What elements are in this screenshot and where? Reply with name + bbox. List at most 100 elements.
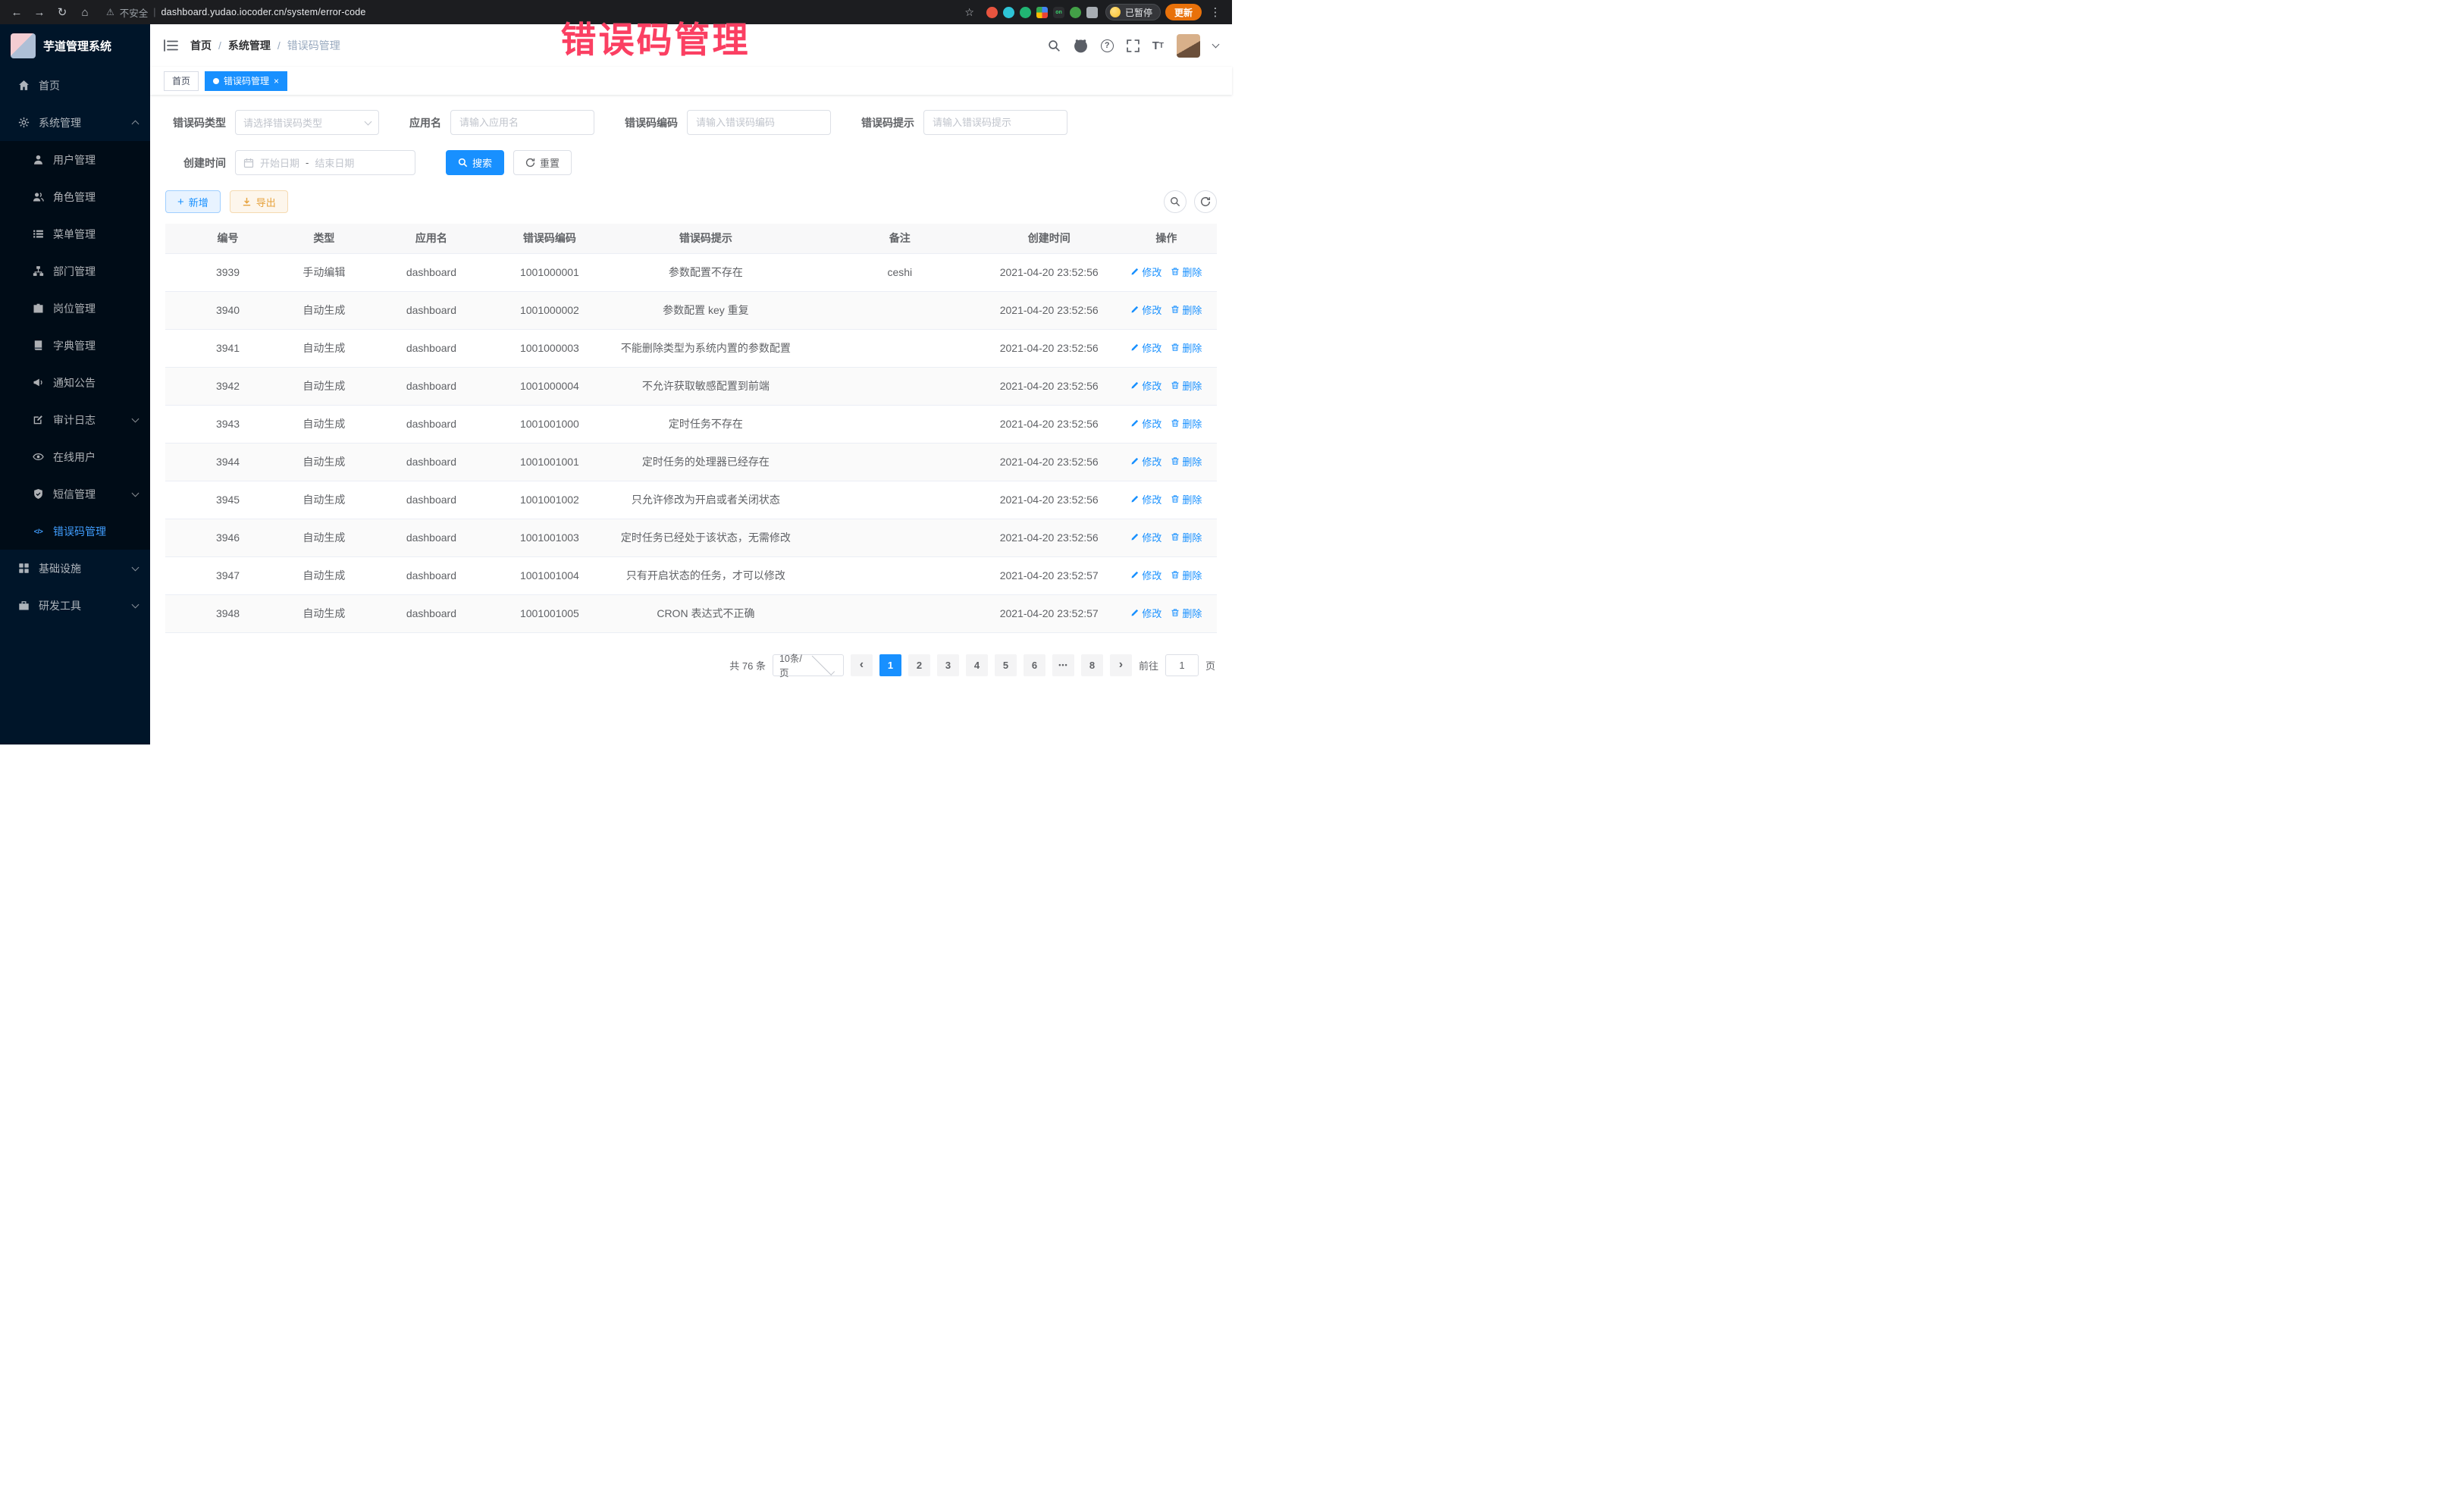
error-hint-input[interactable] (923, 110, 1067, 135)
edit-link[interactable]: 修改 (1130, 531, 1161, 546)
cell-code: 1001000002 (505, 291, 594, 329)
edit-link[interactable]: 修改 (1130, 607, 1161, 622)
page-button-6[interactable]: 6 (1024, 654, 1045, 676)
refresh-button[interactable] (1194, 190, 1217, 213)
prev-page-button[interactable]: ‹ (851, 654, 873, 676)
delete-link[interactable]: 删除 (1171, 607, 1202, 622)
user-avatar[interactable] (1177, 34, 1200, 58)
edit-link[interactable]: 修改 (1130, 303, 1161, 318)
breadcrumb-item[interactable]: 系统管理 (228, 38, 271, 53)
gear-icon (17, 116, 30, 129)
page-ellipsis[interactable]: ••• (1052, 654, 1074, 676)
error-type-select[interactable]: 请选择错误码类型 (235, 110, 379, 135)
search-icon[interactable] (1048, 39, 1061, 52)
browser-menu-icon[interactable]: ⋮ (1206, 3, 1224, 21)
breadcrumb-item[interactable]: 首页 (190, 38, 212, 53)
add-button[interactable]: + 新增 (165, 190, 221, 213)
drop-icon[interactable] (1003, 7, 1014, 18)
sidebar-item-sms[interactable]: 短信管理 (0, 475, 150, 513)
recorder-icon[interactable]: on (1053, 7, 1064, 18)
page-button-4[interactable]: 4 (966, 654, 988, 676)
cell-remark (817, 556, 983, 594)
goto-page-input[interactable] (1165, 654, 1199, 676)
sidebar-item-dev-tools[interactable]: 研发工具 (0, 587, 150, 624)
delete-link[interactable]: 删除 (1171, 341, 1202, 356)
sidebar-item-home[interactable]: 首页 (0, 67, 150, 104)
bookmark-star-icon[interactable]: ☆ (964, 6, 974, 19)
v-circle-icon[interactable] (1020, 7, 1031, 18)
edit-link[interactable]: 修改 (1130, 379, 1161, 394)
search-button[interactable]: 搜索 (446, 150, 504, 175)
logo[interactable]: 芋道管理系统 (0, 24, 150, 67)
app-name-input[interactable] (450, 110, 594, 135)
sidebar-item-label: 菜单管理 (53, 227, 96, 242)
page-button-1[interactable]: 1 (879, 654, 901, 676)
browser-home-button[interactable]: ⌂ (76, 3, 94, 21)
fullscreen-icon[interactable] (1127, 39, 1140, 52)
edit-link[interactable]: 修改 (1130, 417, 1161, 432)
tab-错误码管理[interactable]: 错误码管理× (205, 71, 287, 91)
cell-code: 1001001002 (505, 481, 594, 519)
forward-button[interactable]: → (30, 3, 49, 21)
delete-link[interactable]: 删除 (1171, 379, 1202, 394)
update-button[interactable]: 更新 (1165, 4, 1202, 20)
sidebar-item-notice[interactable]: 通知公告 (0, 364, 150, 401)
sidebar-item-audit-log[interactable]: 审计日志 (0, 401, 150, 438)
adblock-icon[interactable] (986, 7, 998, 18)
delete-link[interactable]: 删除 (1171, 417, 1202, 432)
edit-link[interactable]: 修改 (1130, 569, 1161, 584)
delete-trash-icon (1171, 569, 1180, 584)
export-button[interactable]: 导出 (230, 190, 288, 213)
puzzle-icon[interactable] (1086, 7, 1098, 18)
delete-trash-icon (1171, 265, 1180, 281)
sidebar-item-post[interactable]: 岗位管理 (0, 290, 150, 327)
edit-link[interactable]: 修改 (1130, 265, 1161, 281)
delete-link[interactable]: 删除 (1171, 493, 1202, 508)
error-code-input[interactable] (687, 110, 831, 135)
delete-link[interactable]: 删除 (1171, 455, 1202, 470)
sidebar-item-dict[interactable]: 字典管理 (0, 327, 150, 364)
date-range-picker[interactable]: 开始日期 - 结束日期 (235, 150, 415, 175)
delete-link[interactable]: 删除 (1171, 569, 1202, 584)
help-icon[interactable]: ? (1101, 39, 1114, 52)
github-icon[interactable] (1074, 39, 1088, 53)
page-button-8[interactable]: 8 (1081, 654, 1103, 676)
table-row: 3945自动生成dashboard1001001002只允许修改为开启或者关闭状… (165, 481, 1217, 519)
eye-icon (32, 450, 45, 463)
page-size-select[interactable]: 10条/页 (773, 654, 844, 676)
page-button-3[interactable]: 3 (937, 654, 959, 676)
sidebar-item-role[interactable]: 角色管理 (0, 178, 150, 215)
edit-link[interactable]: 修改 (1130, 341, 1161, 356)
page-button-2[interactable]: 2 (908, 654, 930, 676)
tab-首页[interactable]: 首页 (164, 71, 199, 91)
sidebar-item-infra[interactable]: 基础设施 (0, 550, 150, 587)
next-page-button[interactable]: › (1110, 654, 1132, 676)
delete-link[interactable]: 删除 (1171, 303, 1202, 318)
tab-close-icon[interactable]: × (274, 77, 279, 86)
sidebar-item-user[interactable]: 用户管理 (0, 141, 150, 178)
font-size-icon[interactable]: TT (1152, 39, 1164, 52)
megaphone-icon (32, 376, 45, 389)
delete-link[interactable]: 删除 (1171, 531, 1202, 546)
apps-grid-icon[interactable] (1036, 7, 1048, 18)
delete-link[interactable]: 删除 (1171, 265, 1202, 281)
reset-button[interactable]: 重置 (513, 150, 572, 175)
sidebar-item-system[interactable]: 系统管理 (0, 104, 150, 141)
cell-id: 3947 (165, 556, 290, 594)
sidebar-item-dept[interactable]: 部门管理 (0, 252, 150, 290)
page-button-5[interactable]: 5 (995, 654, 1017, 676)
leaf-icon[interactable] (1070, 7, 1081, 18)
sidebar-item-menu[interactable]: 菜单管理 (0, 215, 150, 252)
column-header: 错误码编码 (505, 224, 594, 253)
sidebar-item-error-code[interactable]: </>错误码管理 (0, 513, 150, 550)
paused-badge[interactable]: 已暂停 (1105, 4, 1161, 20)
edit-link[interactable]: 修改 (1130, 455, 1161, 470)
reload-button[interactable]: ↻ (53, 3, 71, 21)
address-bar[interactable]: ⚠ 不安全 | dashboard.yudao.iocoder.cn/syste… (99, 5, 982, 20)
toggle-search-button[interactable] (1164, 190, 1187, 213)
back-button[interactable]: ← (8, 3, 26, 21)
menu-collapse-icon[interactable] (164, 39, 178, 52)
edit-link[interactable]: 修改 (1130, 493, 1161, 508)
sidebar-item-online-user[interactable]: 在线用户 (0, 438, 150, 475)
avatar-caret-down-icon[interactable] (1212, 41, 1220, 49)
